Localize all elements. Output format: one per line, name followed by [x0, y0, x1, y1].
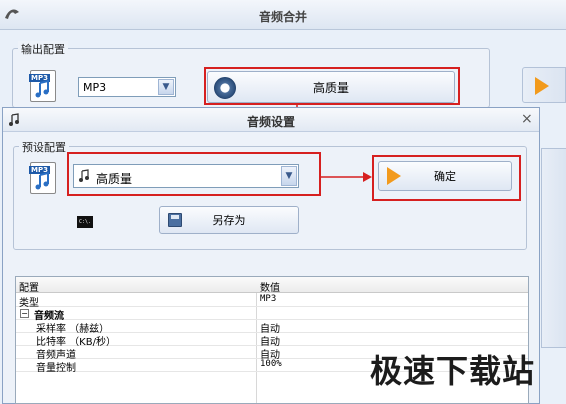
dialog-title: 音频设置: [246, 115, 295, 129]
watermark-text: 极速下载站: [370, 352, 536, 390]
table-row[interactable]: 类型 MP3: [16, 294, 528, 309]
save-as-button-label: 另存为: [212, 214, 246, 227]
format-select-value: MP3: [83, 81, 107, 94]
save-icon: [168, 213, 182, 227]
annotation-arrow-right: [321, 172, 372, 182]
output-config-label: 输出配置: [18, 41, 68, 57]
main-window-title: 音频合并: [258, 10, 307, 24]
highlight-box-confirm: [372, 155, 521, 201]
right-panel-strip: [541, 148, 566, 348]
right-action-button[interactable]: [522, 67, 566, 103]
save-as-button[interactable]: 另存为: [159, 206, 299, 234]
table-row-group[interactable]: − 音频流: [16, 307, 528, 322]
chevron-down-icon[interactable]: ▼: [158, 79, 174, 95]
table-row[interactable]: 采样率 （赫兹） 自动: [16, 320, 528, 335]
header-config: 配置: [19, 283, 39, 294]
header-value: 数值: [260, 283, 280, 294]
highlight-box-quality: [204, 67, 460, 105]
highlight-box-preset: [67, 152, 321, 196]
preset-mp3-file-icon: MP3: [29, 162, 56, 194]
arrow-right-icon: [535, 77, 549, 95]
grid-header: 配置 数值: [16, 277, 528, 294]
preset-config-label: 预设配置: [19, 139, 69, 155]
mp3-file-icon: MP3: [29, 70, 56, 102]
collapse-icon[interactable]: −: [20, 309, 29, 318]
console-icon: C:\.: [77, 216, 93, 228]
close-icon[interactable]: ×: [521, 111, 533, 127]
table-row[interactable]: 比特率 （KB/秒） 自动: [16, 333, 528, 348]
format-select[interactable]: MP3 ▼: [78, 77, 176, 97]
